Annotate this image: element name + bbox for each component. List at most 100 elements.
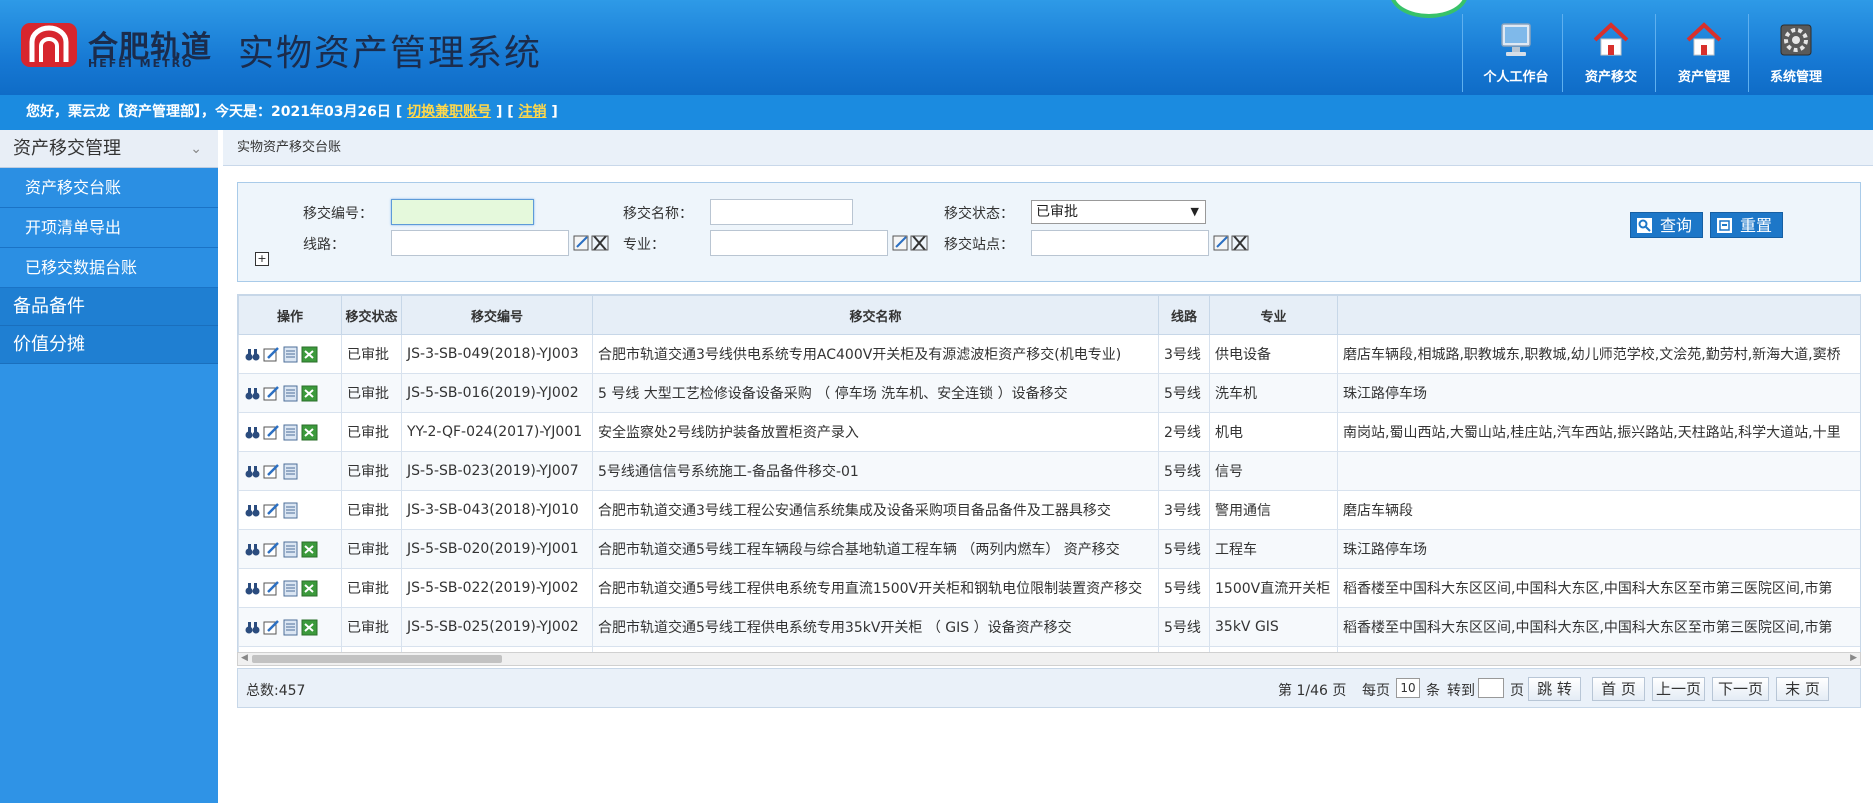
table-row[interactable]: 已审批 JS-5-SB-025(2019)-YJ002 合肥市轨道交通5号线工程供电… (238, 607, 1860, 647)
column-header: 移交编号 (401, 295, 593, 335)
reset-button[interactable]: 重置 (1710, 212, 1783, 238)
table-row[interactable]: 已审批 YY-2-QF-024(2017)-YJ001 安全监察处2号线防护装备放置… (238, 412, 1860, 452)
goto-page-input[interactable] (1478, 678, 1504, 698)
per-page-label: 每页 (1362, 683, 1390, 699)
major-input[interactable] (710, 230, 888, 256)
view-icon[interactable] (244, 385, 261, 402)
edit-icon[interactable] (263, 541, 280, 558)
view-icon[interactable] (244, 541, 261, 558)
list-detail-icon[interactable] (282, 463, 299, 480)
edit-icon[interactable] (263, 424, 280, 441)
list-detail-icon[interactable] (282, 541, 299, 558)
row-actions (238, 373, 342, 413)
view-icon[interactable] (244, 502, 261, 519)
edit-icon[interactable] (263, 502, 280, 519)
view-icon[interactable] (244, 346, 261, 363)
list-detail-icon[interactable] (282, 502, 299, 519)
station-input[interactable] (1031, 230, 1209, 256)
sidebar-item-transfer-ledger[interactable]: 资产移交台账 (0, 168, 218, 208)
table-row[interactable]: 已审批 JS-5-SB-022(2019)-YJ002 合肥市轨道交通5号线工程供电… (238, 568, 1860, 608)
row-actions (238, 529, 342, 569)
export-excel-icon[interactable] (301, 580, 318, 597)
list-detail-icon[interactable] (282, 385, 299, 402)
per-page-input[interactable]: 10 (1396, 678, 1420, 698)
sidebar-group-spare-parts[interactable]: 备品备件 (0, 288, 218, 326)
transfer-code-input[interactable] (391, 199, 534, 225)
stations-cell: 珠江路停车场 (1337, 373, 1860, 413)
scroll-right-icon[interactable]: ▶ (1850, 653, 1857, 663)
list-detail-icon[interactable] (282, 619, 299, 636)
sidebar-group-asset-transfer[interactable]: 资产移交管理 ⌄ (0, 130, 218, 168)
select-clear-icon[interactable] (1213, 233, 1251, 253)
table-row[interactable]: 已审批 JS-5-SB-020(2019)-YJ001 合肥市轨道交通5号线工程车辆… (238, 529, 1860, 569)
export-excel-icon[interactable] (301, 541, 318, 558)
export-excel-icon[interactable] (301, 619, 318, 636)
view-icon[interactable] (244, 619, 261, 636)
view-icon[interactable] (244, 463, 261, 480)
query-button[interactable]: 查询 (1630, 212, 1703, 238)
edit-icon[interactable] (263, 385, 280, 402)
select-clear-icon[interactable] (573, 233, 611, 253)
scroll-left-icon[interactable]: ◀ (241, 653, 248, 663)
line-label: 线路： (303, 237, 345, 253)
reset-icon (1717, 218, 1732, 233)
line-cell: 5号线 (1158, 607, 1210, 647)
line-input[interactable] (391, 230, 569, 256)
scrollbar-thumb[interactable] (252, 655, 502, 663)
nav-system-management[interactable]: 系统管理 (1750, 18, 1842, 86)
column-header: 移交名称 (592, 295, 1159, 335)
sidebar-item-transferred-ledger[interactable]: 已移交数据台账 (0, 248, 218, 288)
select-clear-icon[interactable] (892, 233, 930, 253)
row-actions (238, 412, 342, 452)
nav-personal-workbench[interactable]: 个人工作台 (1470, 18, 1562, 86)
sidebar-group-value-allocation[interactable]: 价值分摊 (0, 326, 218, 364)
export-excel-icon[interactable] (301, 424, 318, 441)
monitor-icon (1501, 23, 1531, 56)
edit-icon[interactable] (263, 619, 280, 636)
last-page-button[interactable]: 末 页 (1776, 677, 1829, 701)
total-count: 总数:457 (246, 683, 306, 699)
row-actions (238, 334, 342, 374)
sidebar-item-open-list-export[interactable]: 开项清单导出 (0, 208, 218, 248)
decorative-circle (1390, 0, 1468, 18)
first-page-button[interactable]: 首 页 (1592, 677, 1645, 701)
column-header (1337, 295, 1860, 335)
switch-account-link[interactable]: 切换兼职账号 (407, 104, 491, 120)
stations-cell: 磨店车辆段,相城路,职教城东,职教城,幼儿师范学校,文浍苑,勤劳村,新海大道,窦… (1337, 334, 1860, 374)
prev-page-button[interactable]: 上一页 (1652, 677, 1705, 701)
table-row[interactable]: 已审批 JS-5-SB-016(2019)-YJ002 5 号线 大型工艺检修设备设… (238, 373, 1860, 413)
edit-icon[interactable] (263, 580, 280, 597)
table-row[interactable]: 已审批 JS-5-SB-023(2019)-YJ007 5号线通信信号系统施工-备品… (238, 451, 1860, 491)
name-label: 移交名称： (623, 206, 693, 222)
row-actions (238, 451, 342, 491)
list-detail-icon[interactable] (282, 424, 299, 441)
nav-asset-management[interactable]: 资产管理 (1658, 18, 1750, 86)
list-detail-icon[interactable] (282, 580, 299, 597)
line-cell: 5号线 (1158, 568, 1210, 608)
status-cell: 已审批 (341, 490, 402, 530)
edit-icon[interactable] (263, 346, 280, 363)
transfer-code-cell: JS-3-SB-049(2018)-YJ003 (401, 334, 593, 374)
view-icon[interactable] (244, 580, 261, 597)
column-header: 操作 (238, 295, 342, 335)
transfer-status-select[interactable]: 已审批 ▼ (1031, 200, 1206, 224)
edit-icon[interactable] (263, 463, 280, 480)
next-page-button[interactable]: 下一页 (1712, 677, 1769, 701)
system-title: 实物资产管理系统 (238, 33, 543, 74)
transfer-name-input[interactable] (710, 199, 853, 225)
transfer-name-cell: 合肥市轨道交通5号线工程车辆段与综合基地轨道工程车辆 （两列内燃车） 资产移交 (592, 529, 1159, 569)
table-row[interactable]: 已审批 JS-3-SB-049(2018)-YJ003 合肥市轨道交通3号线供电系统… (238, 334, 1860, 374)
view-icon[interactable] (244, 424, 261, 441)
jump-button[interactable]: 跳 转 (1528, 677, 1581, 701)
horizontal-scrollbar[interactable]: ◀ ▶ (237, 652, 1861, 666)
export-excel-icon[interactable] (301, 385, 318, 402)
list-detail-icon[interactable] (282, 346, 299, 363)
export-excel-icon[interactable] (301, 346, 318, 363)
logout-link[interactable]: 注销 (519, 104, 547, 120)
nav-separator (1655, 14, 1656, 92)
transfer-code-cell: YY-2-QF-024(2017)-YJ001 (401, 412, 593, 452)
expand-toggle-icon[interactable]: + (255, 252, 269, 266)
house-icon (1686, 22, 1722, 56)
nav-asset-transfer[interactable]: 资产移交 (1565, 18, 1657, 86)
table-row[interactable]: 已审批 JS-3-SB-043(2018)-YJ010 合肥市轨道交通3号线工程公安… (238, 490, 1860, 530)
